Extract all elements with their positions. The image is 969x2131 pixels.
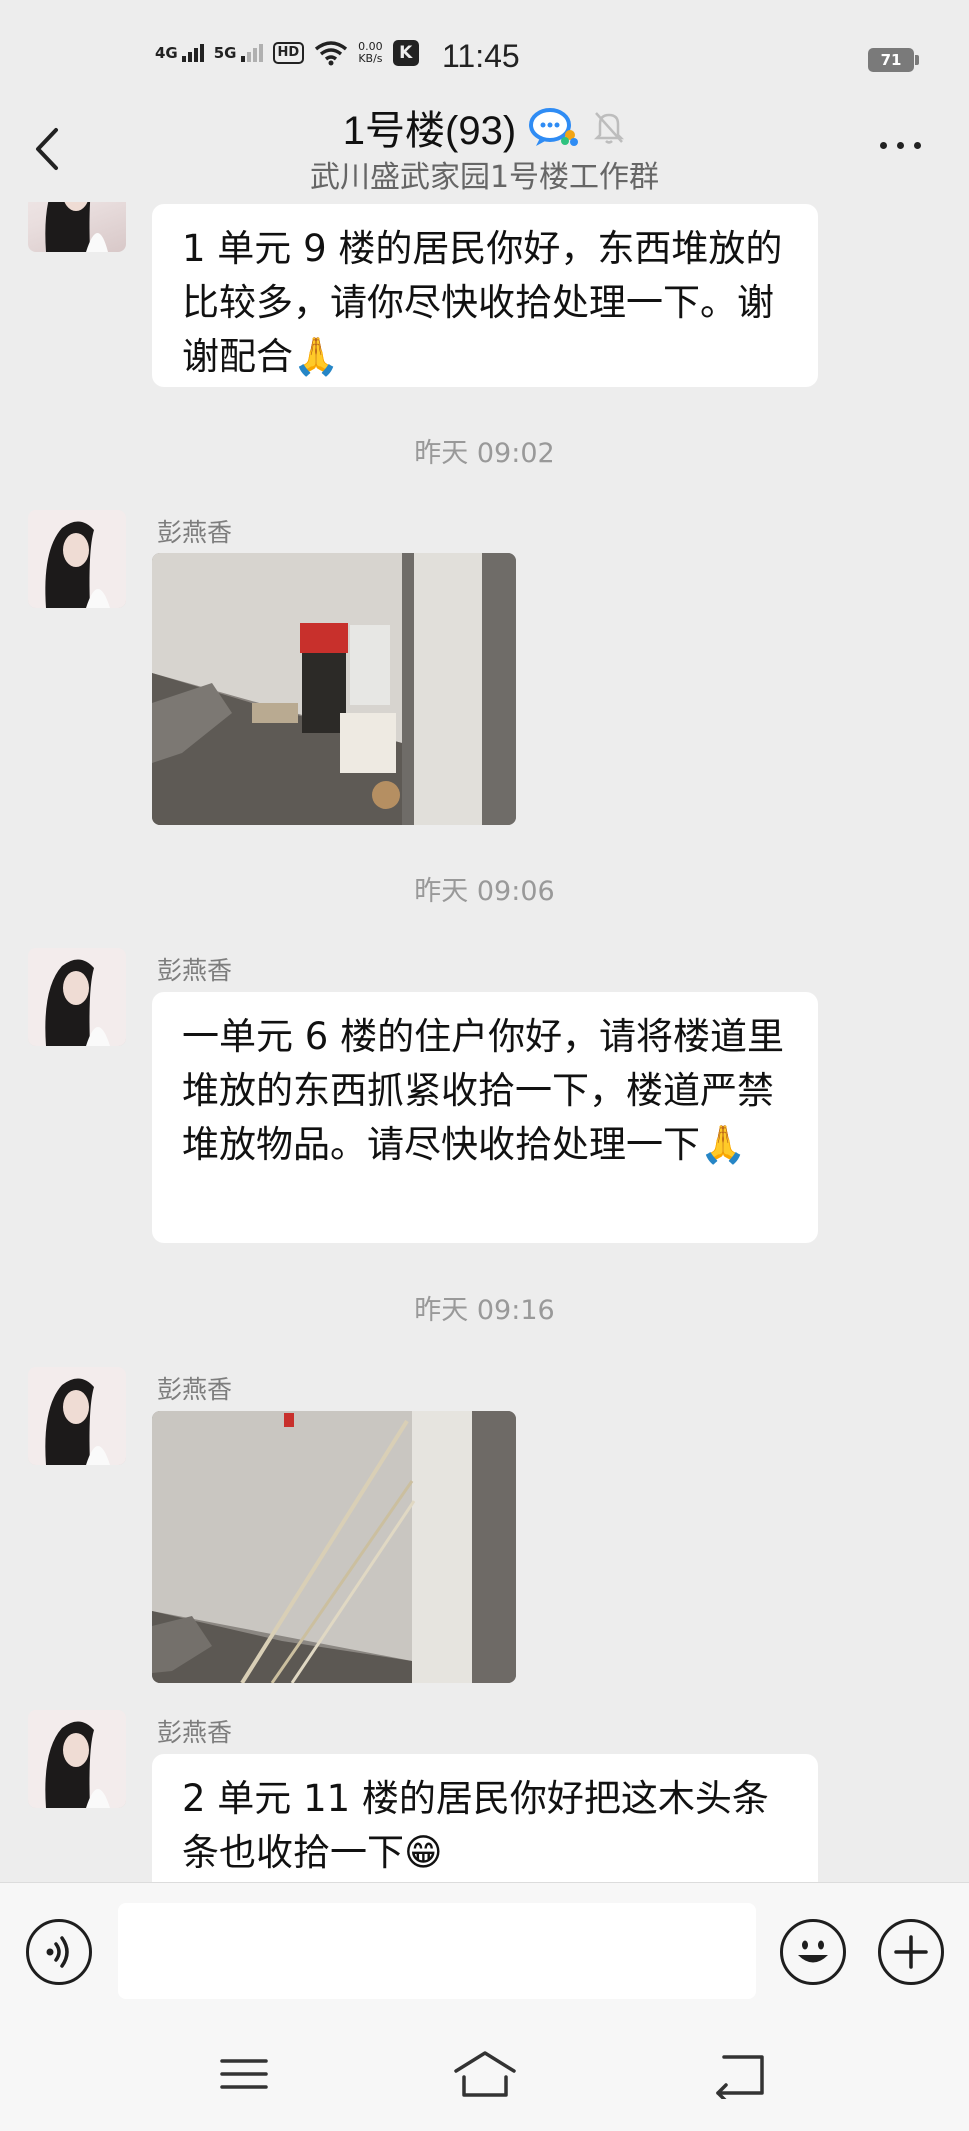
message-input[interactable] — [118, 1903, 756, 1999]
menu-icon[interactable] — [214, 2049, 274, 2099]
timestamp: 昨天 09:02 — [414, 438, 555, 469]
message-text: 1 单元 9 楼的居民你好，东西堆放的比较多，请你尽快收拾处理一下。谢谢配合🙏 — [182, 227, 783, 378]
message-text: 一单元 6 楼的住户你好，请将楼道里堆放的东西抓紧收拾一下，楼道严禁堆放物品。请… — [182, 1015, 785, 1166]
chat-header: 1号楼(93) 武川盛武家园1号楼工作群 — [0, 90, 969, 202]
title-row: 1号楼(93) — [0, 98, 969, 156]
avatar[interactable] — [28, 202, 126, 252]
message-text: 2 单元 11 楼的居民你好把这木头条条也收拾一下😁 — [182, 1777, 769, 1874]
avatar[interactable] — [28, 510, 126, 608]
group-subtitle: 武川盛武家园1号楼工作群 — [309, 160, 660, 195]
chat-bubbles-icon — [529, 108, 579, 146]
home-icon[interactable] — [452, 2049, 518, 2099]
net-speed: 0.00 KB/s — [358, 40, 383, 65]
timestamp: 昨天 09:06 — [414, 876, 555, 907]
message-image[interactable] — [152, 1411, 516, 1683]
avatar[interactable] — [28, 1710, 126, 1808]
status-icons: 4G 5G HD 0.00 KB/s K — [155, 40, 419, 66]
message-bubble[interactable]: 2 单元 11 楼的居民你好把这木头条条也收拾一下😁 — [152, 1754, 818, 1882]
sender-name: 彭燕香 — [157, 956, 233, 985]
sender-name: 彭燕香 — [157, 1375, 233, 1404]
more-dots-icon[interactable] — [880, 142, 921, 149]
system-nav-bar — [0, 2019, 969, 2131]
voice-icon[interactable] — [26, 1919, 92, 1985]
hd-voice-icon: HD — [272, 42, 305, 64]
signal-5g-icon: 5G — [214, 44, 263, 62]
group-title[interactable]: 1号楼(93) — [343, 98, 516, 156]
signal-4g-icon: 4G — [155, 44, 204, 62]
sender-name: 彭燕香 — [157, 1718, 233, 1747]
message-list[interactable]: 1 单元 9 楼的居民你好，东西堆放的比较多，请你尽快收拾处理一下。谢谢配合🙏 … — [0, 202, 969, 1882]
battery-icon: 71 — [868, 48, 919, 72]
message-image[interactable] — [152, 553, 516, 825]
clock: 11:45 — [442, 38, 520, 74]
input-bar — [0, 1882, 969, 2019]
sender-name: 彭燕香 — [157, 518, 233, 547]
back-nav-icon[interactable] — [710, 2049, 770, 2099]
emoji-icon[interactable] — [780, 1919, 846, 1985]
message-bubble[interactable]: 一单元 6 楼的住户你好，请将楼道里堆放的东西抓紧收拾一下，楼道严禁堆放物品。请… — [152, 992, 818, 1243]
app-notification-icon: K — [392, 40, 419, 66]
timestamp: 昨天 09:16 — [414, 1295, 555, 1326]
avatar[interactable] — [28, 1367, 126, 1465]
bell-off-icon — [594, 112, 625, 144]
avatar[interactable] — [28, 948, 126, 1046]
wifi-icon — [315, 41, 348, 66]
message-bubble[interactable]: 1 单元 9 楼的居民你好，东西堆放的比较多，请你尽快收拾处理一下。谢谢配合🙏 — [152, 204, 818, 387]
plus-circle-icon[interactable] — [878, 1919, 944, 1985]
